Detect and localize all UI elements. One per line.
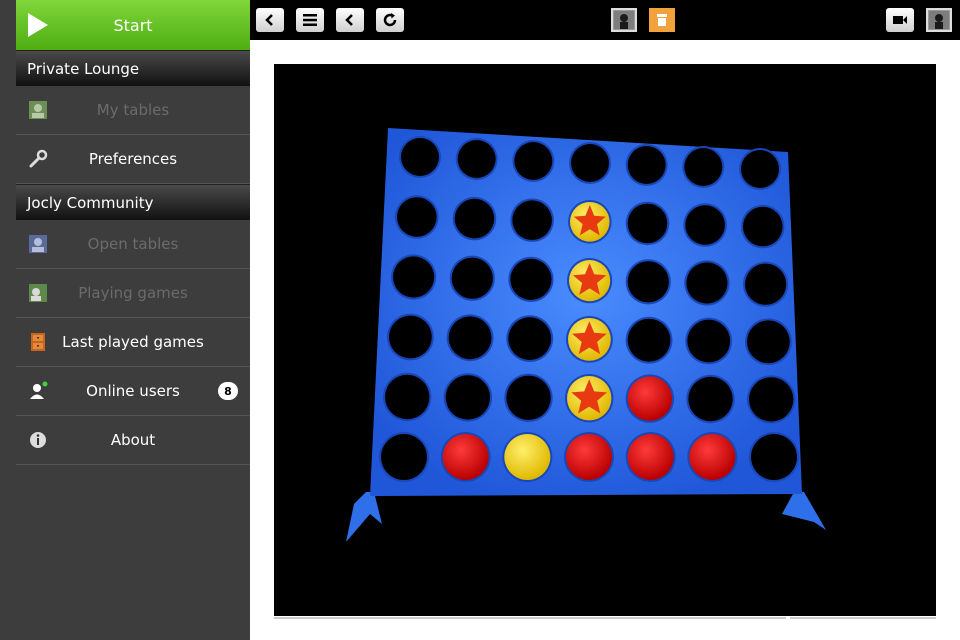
sidebar-item-label: Last played games [62, 333, 204, 351]
empty-hole[interactable] [508, 317, 552, 360]
empty-hole[interactable] [571, 144, 609, 182]
sidebar-item-label: My tables [96, 101, 170, 119]
empty-hole[interactable] [747, 320, 790, 364]
player-avatar[interactable] [611, 8, 637, 32]
board-left-leg [346, 492, 382, 542]
top-toolbar [250, 0, 960, 40]
back-icon [265, 14, 273, 26]
empty-hole[interactable] [627, 146, 666, 184]
empty-hole[interactable] [448, 316, 492, 360]
empty-hole[interactable] [745, 263, 787, 305]
empty-hole[interactable] [685, 205, 725, 245]
empty-hole[interactable] [749, 377, 794, 422]
red-disc[interactable] [566, 434, 612, 480]
sidebar: Start Private Lounge My tables Preferenc… [0, 0, 250, 640]
cabinet-icon [28, 332, 48, 352]
empty-hole[interactable] [385, 374, 430, 420]
player-avatar-icon [614, 11, 634, 29]
divider-left [274, 617, 786, 619]
user-avatar-icon [929, 11, 949, 29]
playing-games-icon [28, 283, 48, 303]
yellow-disc[interactable] [504, 434, 551, 480]
sidebar-item-about[interactable]: About [16, 416, 250, 465]
sidebar-item-label: About [110, 431, 156, 449]
sidebar-menu: Start Private Lounge My tables Preferenc… [16, 0, 250, 465]
video-camera-icon [893, 16, 907, 24]
empty-hole[interactable] [687, 319, 731, 363]
game-viewport[interactable] [274, 64, 936, 616]
play-icon [28, 13, 48, 37]
user-online-icon [28, 381, 48, 401]
empty-hole[interactable] [684, 148, 723, 186]
refresh-icon [383, 13, 397, 27]
sidebar-item-preferences[interactable]: Preferences [16, 135, 250, 184]
sidebar-item-label: Online users [86, 382, 180, 400]
start-label: Start [113, 15, 153, 35]
empty-hole[interactable] [445, 375, 491, 420]
refresh-button[interactable] [376, 8, 404, 32]
video-button[interactable] [886, 8, 914, 32]
section-jocly-community: Jocly Community [16, 184, 250, 220]
sidebar-item-label: Playing games [78, 284, 188, 302]
empty-hole[interactable] [741, 150, 779, 188]
empty-hole[interactable] [506, 375, 551, 420]
sidebar-item-last-played-games[interactable]: Last played games [16, 318, 250, 367]
previous-icon [345, 14, 353, 26]
empty-hole[interactable] [401, 138, 439, 176]
empty-hole[interactable] [454, 198, 495, 239]
previous-button[interactable] [336, 8, 364, 32]
section-private-lounge: Private Lounge [16, 50, 250, 86]
start-button[interactable]: Start [16, 0, 250, 50]
empty-hole[interactable] [751, 434, 797, 480]
empty-hole[interactable] [514, 142, 553, 180]
empty-hole[interactable] [512, 200, 552, 240]
active-player-avatar[interactable] [649, 8, 675, 32]
empty-hole[interactable] [451, 257, 493, 299]
empty-hole[interactable] [743, 206, 783, 247]
back-button[interactable] [256, 8, 284, 32]
connect-four-board[interactable] [274, 64, 936, 616]
sidebar-item-playing-games[interactable]: Playing games [16, 269, 250, 318]
my-tables-icon [28, 100, 48, 120]
empty-hole[interactable] [627, 261, 669, 303]
menu-icon [303, 14, 317, 26]
empty-hole[interactable] [457, 140, 496, 178]
empty-hole[interactable] [381, 434, 427, 480]
info-icon [28, 430, 48, 450]
divider-right [790, 617, 936, 619]
online-users-count-badge: 8 [218, 382, 238, 400]
empty-hole[interactable] [686, 262, 728, 304]
empty-hole[interactable] [397, 197, 437, 237]
red-disc[interactable] [689, 434, 736, 480]
wrench-icon [28, 149, 48, 169]
board-right-leg [782, 492, 826, 530]
red-disc[interactable] [627, 434, 674, 480]
sidebar-item-label: Open tables [87, 235, 179, 253]
menu-button[interactable] [296, 8, 324, 32]
sidebar-item-online-users[interactable]: Online users 8 [16, 367, 250, 416]
open-tables-icon [28, 234, 48, 254]
empty-hole[interactable] [627, 203, 668, 244]
sidebar-item-my-tables[interactable]: My tables [16, 86, 250, 135]
red-disc[interactable] [627, 376, 673, 421]
sidebar-item-label: Preferences [88, 150, 178, 168]
empty-hole[interactable] [393, 256, 435, 298]
empty-hole[interactable] [627, 318, 671, 362]
user-avatar[interactable] [926, 8, 952, 32]
empty-hole[interactable] [688, 376, 733, 422]
active-player-icon [652, 11, 672, 29]
red-disc[interactable] [442, 434, 489, 480]
empty-hole[interactable] [510, 258, 552, 300]
empty-hole[interactable] [389, 315, 432, 359]
sidebar-item-open-tables[interactable]: Open tables [16, 220, 250, 269]
